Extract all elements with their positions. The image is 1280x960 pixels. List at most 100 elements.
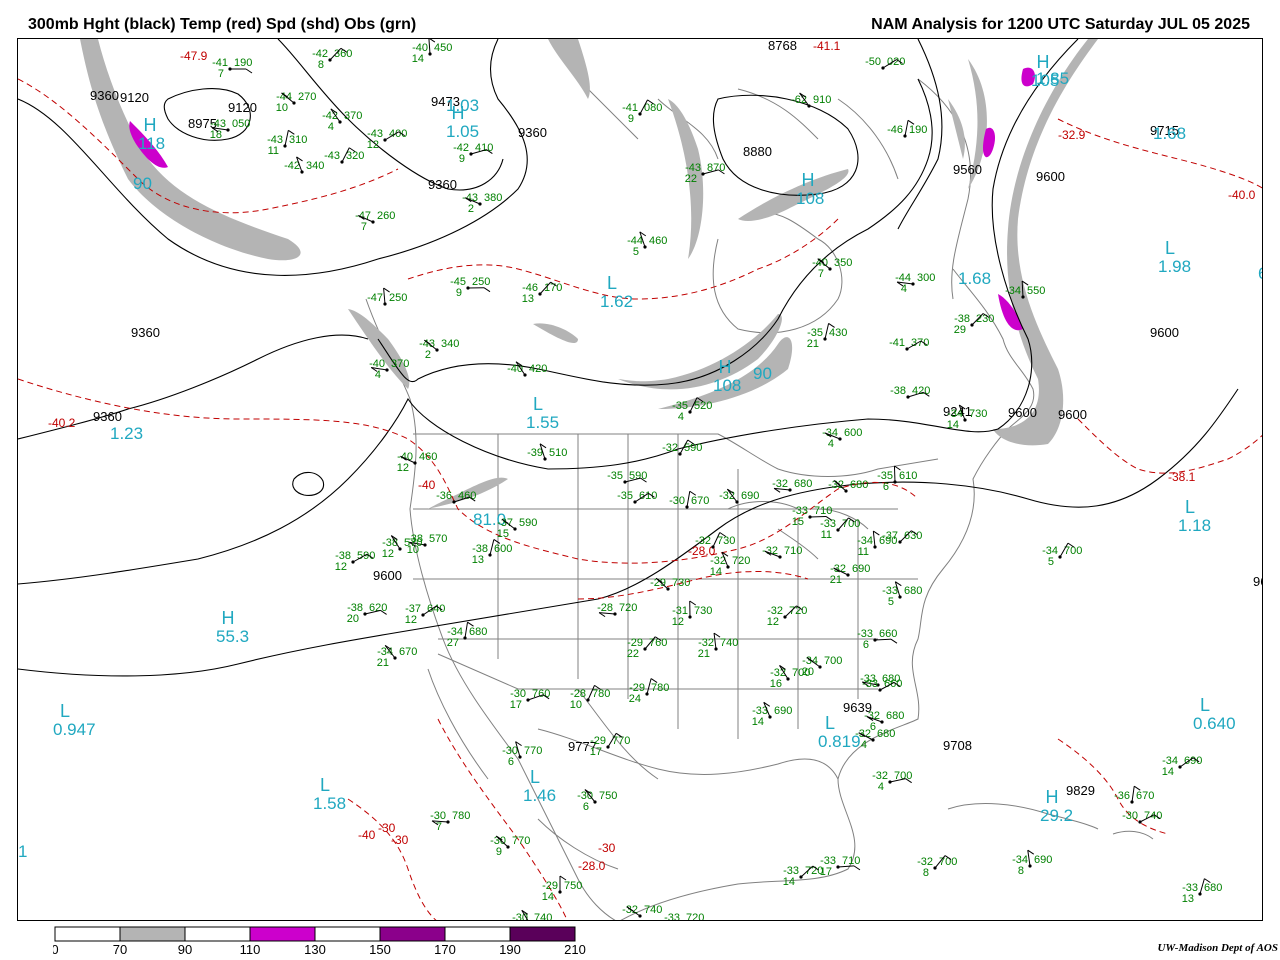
speed-extremum-value: 1.98: [1158, 257, 1191, 276]
speed-extremum-mark: H: [1046, 787, 1059, 807]
station-dewpoint-depression: 22: [685, 173, 697, 185]
station-dewpoint-depression: 12: [335, 561, 347, 573]
temperature-label: -28.0: [578, 859, 606, 873]
height-label: 9360: [518, 125, 547, 140]
speed-extremum-value: 90: [133, 174, 152, 193]
station-dewpoint-depression: 12: [672, 616, 684, 628]
station-dewpoint-depression: 4: [828, 438, 834, 450]
speed-extremum-value: 0.947: [53, 720, 96, 739]
station-height: 690: [1184, 755, 1202, 767]
height-label: 9560: [953, 162, 982, 177]
station-height: 680: [850, 479, 868, 491]
speed-extremum-mark: L: [1165, 238, 1175, 258]
station-dewpoint-depression: 17: [510, 699, 522, 711]
station-ob: -39 510: [527, 443, 567, 461]
station-height: 460: [419, 451, 437, 463]
legend-tick-label: 90: [178, 942, 192, 956]
station-dewpoint-depression: 4: [678, 411, 684, 423]
station-dewpoint-depression: 7: [436, 821, 442, 833]
station-ob: -43 31011: [267, 129, 307, 157]
station-ob: -45 2509: [450, 276, 490, 299]
station-ob: -42 3608: [312, 47, 352, 71]
legend-tick-label: 110: [240, 942, 261, 956]
station-height: 720: [686, 912, 704, 921]
height-label: 9708: [943, 738, 972, 753]
station-height: 690: [879, 535, 897, 547]
hispaniola-outline: [1112, 830, 1154, 840]
speed-extremum-mark: L: [1200, 695, 1210, 715]
station-ob: -33 6805: [882, 581, 922, 608]
station-ob: -33 6606: [857, 628, 897, 651]
speed-extremum-mark: L: [320, 775, 330, 795]
legend-bands: [54, 926, 576, 942]
station-height: 590: [519, 517, 537, 529]
station-ob: -32 710: [762, 545, 802, 559]
speed-extremum-value: 1.85: [1036, 69, 1069, 88]
station-ob: -44 27010: [276, 91, 317, 114]
temperature-label: -32.9: [1058, 128, 1086, 142]
station-ob: -29 75014: [542, 875, 582, 903]
height-label: 9360: [90, 88, 119, 103]
temperature-label: -40: [358, 828, 376, 842]
speed-extremum-value: 1.58: [313, 794, 346, 813]
station-height: 660: [879, 628, 897, 640]
station-dewpoint-depression: 24: [629, 693, 641, 705]
station-temp: -33: [664, 912, 680, 921]
station-ob: -32 70016: [770, 665, 810, 690]
station-dewpoint-depression: 4: [328, 121, 334, 133]
height-label-layer: 9360 912091208975947393609360876888809715…: [90, 39, 1262, 798]
analysis-time-title: NAM Analysis for 1200 UTC Saturday JUL 0…: [871, 16, 1250, 33]
credit-line: UW-Madison Dept of AOS: [1157, 942, 1278, 954]
legend-band: [314, 926, 381, 942]
speed-extremum-value: 1.18: [1178, 516, 1211, 535]
station-dewpoint-depression: 15: [792, 516, 804, 528]
station-ob: -37 59015: [497, 517, 538, 540]
station-ob: -32 7004: [872, 770, 912, 793]
station-height: 350: [834, 257, 852, 269]
legend-tick-label: 210: [564, 942, 586, 956]
station-height: 770: [524, 745, 542, 757]
wind-barb-flag: [559, 875, 567, 881]
legend-tick-labels: 0 70 90 110 130 150 170 190 210: [53, 942, 586, 956]
height-label: 8768: [768, 39, 797, 53]
station-dewpoint-depression: 20: [347, 613, 359, 625]
credit-dept: Dept of AOS: [1220, 942, 1278, 954]
station-height: 570: [404, 537, 422, 549]
station-temp: -36: [1114, 790, 1130, 802]
station-height: 770: [512, 835, 530, 847]
wind-barb-flag: [245, 68, 253, 74]
station-temp: -30: [669, 495, 685, 507]
station-temp: -43: [324, 150, 340, 162]
speed-extremum-value: 29.2: [1040, 806, 1073, 825]
station-height: 740: [1144, 810, 1162, 822]
height-label: 9600: [1150, 325, 1179, 340]
station-dewpoint-depression: 2: [468, 203, 474, 215]
height-label: 9360: [93, 409, 122, 424]
station-ob: -33 68013: [1182, 878, 1222, 905]
station-height: 730: [969, 408, 987, 420]
station-dewpoint-depression: 11: [821, 529, 832, 541]
wind-barb: [383, 288, 386, 305]
station-dewpoint-depression: 10: [570, 699, 582, 711]
station-dewpoint-depression: 8: [318, 59, 324, 71]
station-ob: -34 69011: [857, 530, 897, 558]
station-ob: -30 7506: [577, 789, 617, 813]
station-ob: -35 610: [617, 490, 657, 504]
station-ob: -62 910: [791, 92, 831, 108]
station-height: 340: [306, 160, 324, 172]
station-dewpoint-depression: 14: [947, 419, 959, 431]
station-height: 190: [909, 124, 927, 136]
speed-extremum-mark: L: [1185, 497, 1195, 517]
station-height: 250: [472, 276, 490, 288]
legend-tick-label: 170: [434, 942, 456, 956]
station-height: 730: [694, 605, 712, 617]
station-temp: -32: [828, 479, 844, 491]
jet-core-70-90: [533, 323, 578, 344]
map-title: 300mb Hght (black) Temp (red) Spd (shd) …: [28, 16, 417, 33]
station-dewpoint-depression: 9: [628, 113, 634, 125]
wind-barb-flag: [483, 287, 491, 293]
station-height: 780: [452, 810, 470, 822]
station-dewpoint-depression: 5: [633, 246, 639, 258]
gulf-coast: [537, 728, 839, 780]
station-ob: -35 6106: [877, 465, 917, 493]
